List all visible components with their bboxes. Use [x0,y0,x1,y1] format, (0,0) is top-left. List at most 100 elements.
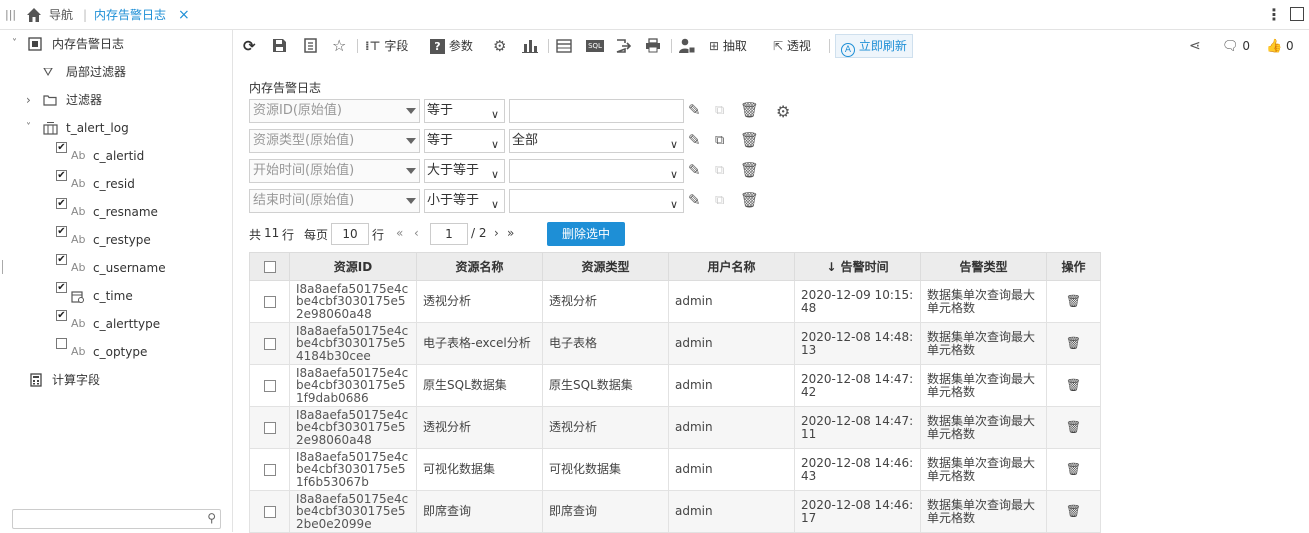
layout-icon[interactable] [556,36,572,56]
trash-icon[interactable]: 🗑 [740,161,759,179]
edit-icon[interactable]: ✎ [688,131,701,149]
column-header-res-id[interactable]: 资源ID [289,252,417,281]
copy-filter-icon[interactable]: ⧉ [715,193,724,208]
first-page-icon[interactable]: « [396,226,403,240]
field-item[interactable]: ✔ c_time [0,282,233,310]
field-checkbox[interactable]: ✔ [56,310,67,321]
filter-value-input[interactable]: ∨ [509,159,684,183]
row-checkbox[interactable] [263,421,276,434]
row-checkbox[interactable] [263,463,276,476]
field-checkbox[interactable]: ✔ [56,142,67,153]
field-checkbox[interactable]: ✔ [56,254,67,265]
delete-row-icon[interactable]: 🗑 [1066,378,1081,392]
filter-operator-select[interactable]: 等于 ∨ [424,129,505,153]
table-row[interactable]: I8a8aefa50175e4cbe4cbf3030175e51f6b53067… [249,448,1101,491]
user-settings-icon[interactable] [678,36,696,56]
field-item[interactable]: Ab c_optype [0,338,233,366]
tree-filter[interactable]: › 过滤器 [0,86,233,114]
refresh-now-button[interactable]: A 立即刷新 [835,34,913,58]
row-checkbox[interactable] [263,295,276,308]
resize-handle[interactable] [2,260,3,274]
delete-row-icon[interactable]: 🗑 [1066,504,1081,518]
field-item[interactable]: ✔ Ab c_alertid [0,142,233,170]
refresh-icon[interactable]: ⟳ [243,36,256,56]
filter-field-select[interactable]: 开始时间(原始值) [249,159,420,183]
filter-operator-select[interactable]: 等于 ∨ [424,99,505,123]
field-checkbox[interactable]: ✔ [56,198,67,209]
tree-table[interactable]: ˅ t_alert_log [0,114,233,142]
filter-field-select[interactable]: 资源ID(原始值) [249,99,420,123]
home-icon[interactable] [26,0,42,30]
field-checkbox[interactable]: ✔ [56,226,67,237]
column-header-alert-type[interactable]: 告警类型 [920,252,1047,281]
bar-chart-icon[interactable] [522,36,538,56]
copy-filter-icon[interactable]: ⧉ [715,133,724,148]
copy-filter-icon[interactable]: ⧉ [715,103,724,118]
filter-settings-gear-icon[interactable]: ⚙ [776,102,790,121]
field-item[interactable]: ✔ Ab c_alerttype [0,310,233,338]
param-button[interactable]: ? 参数 [430,36,473,56]
edit-icon[interactable]: ✎ [688,101,701,119]
nav-label[interactable]: 导航 [49,0,73,30]
prev-page-icon[interactable]: ‹ [414,226,419,240]
field-checkbox[interactable]: ✔ [56,170,67,181]
share-icon[interactable]: ⋖ [1189,36,1201,56]
filter-value-input[interactable] [509,99,684,123]
filter-value-input[interactable]: 全部 ∨ [509,129,684,153]
trash-icon[interactable]: 🗑 [740,131,759,149]
field-checkbox[interactable] [56,338,67,349]
field-search-input[interactable]: ⚲ [12,509,221,529]
close-tab-icon[interactable]: × [178,0,190,30]
delete-row-icon[interactable]: 🗑 [1066,294,1081,308]
delete-row-icon[interactable]: 🗑 [1066,336,1081,350]
delete-selected-button[interactable]: 删除选中 [547,222,625,246]
field-button[interactable]: ⁞⊤ 字段 [365,36,408,56]
filter-operator-select[interactable]: 小于等于 ∨ [424,189,505,213]
tab-memory-alert-log[interactable]: 内存告警日志 [94,0,166,30]
table-row[interactable]: I8a8aefa50175e4cbe4cbf3030175e51f9dab068… [249,364,1101,407]
extract-button[interactable]: ⊞ 抽取 [709,36,747,56]
per-page-input[interactable]: 10 [331,223,369,245]
copy-filter-icon[interactable]: ⧉ [715,163,724,178]
like-button[interactable]: 👍 0 [1266,36,1294,56]
save-as-icon[interactable] [303,36,318,56]
column-header-res-name[interactable]: 资源名称 [416,252,543,281]
maximize-icon[interactable] [1290,0,1304,30]
export-icon[interactable] [616,36,632,56]
chevron-right-icon[interactable]: › [26,86,31,114]
chevron-down-icon[interactable]: ˅ [12,30,17,58]
current-page-input[interactable]: 1 [430,223,468,245]
column-header-res-type[interactable]: 资源类型 [542,252,669,281]
print-icon[interactable] [645,36,661,56]
sql-icon[interactable]: SQL [586,40,604,52]
column-header-alert-time[interactable]: ↓ 告警时间 [794,252,921,281]
delete-row-icon[interactable]: 🗑 [1066,420,1081,434]
filter-value-input[interactable]: ∨ [509,189,684,213]
field-item[interactable]: ✔ Ab c_restype [0,226,233,254]
row-checkbox[interactable] [263,505,276,518]
edit-icon[interactable]: ✎ [688,191,701,209]
select-all-checkbox[interactable] [263,261,276,273]
tree-root[interactable]: ˅ 内存告警日志 [0,30,233,58]
star-icon[interactable]: ☆ [332,36,346,56]
pivot-button[interactable]: ⇱ 透视 [773,36,811,56]
chevron-down-icon[interactable]: ˅ [26,114,31,142]
tree-calc-fields[interactable]: 计算字段 [0,366,233,394]
filter-field-select[interactable]: 结束时间(原始值) [249,189,420,213]
table-row[interactable]: I8a8aefa50175e4cbe4cbf3030175e52be0e2099… [249,490,1101,533]
save-icon[interactable] [272,36,287,56]
tree-local-filter[interactable]: ⛛ 局部过滤器 [0,58,233,86]
trash-icon[interactable]: 🗑 [740,191,759,209]
comment-button[interactable]: 🗨 0 [1222,36,1250,56]
row-checkbox[interactable] [263,379,276,392]
field-checkbox[interactable]: ✔ [56,282,67,293]
table-row[interactable]: I8a8aefa50175e4cbe4cbf3030175e52e98060a4… [249,406,1101,449]
edit-icon[interactable]: ✎ [688,161,701,179]
delete-row-icon[interactable]: 🗑 [1066,462,1081,476]
panel-toggle-icon[interactable]: ||| [5,0,16,30]
next-page-icon[interactable]: › [494,226,499,240]
table-row[interactable]: I8a8aefa50175e4cbe4cbf3030175e54184b30ce… [249,322,1101,365]
last-page-icon[interactable]: » [507,226,514,240]
field-item[interactable]: ✔ Ab c_resname [0,198,233,226]
column-header-user-name[interactable]: 用户名称 [668,252,795,281]
